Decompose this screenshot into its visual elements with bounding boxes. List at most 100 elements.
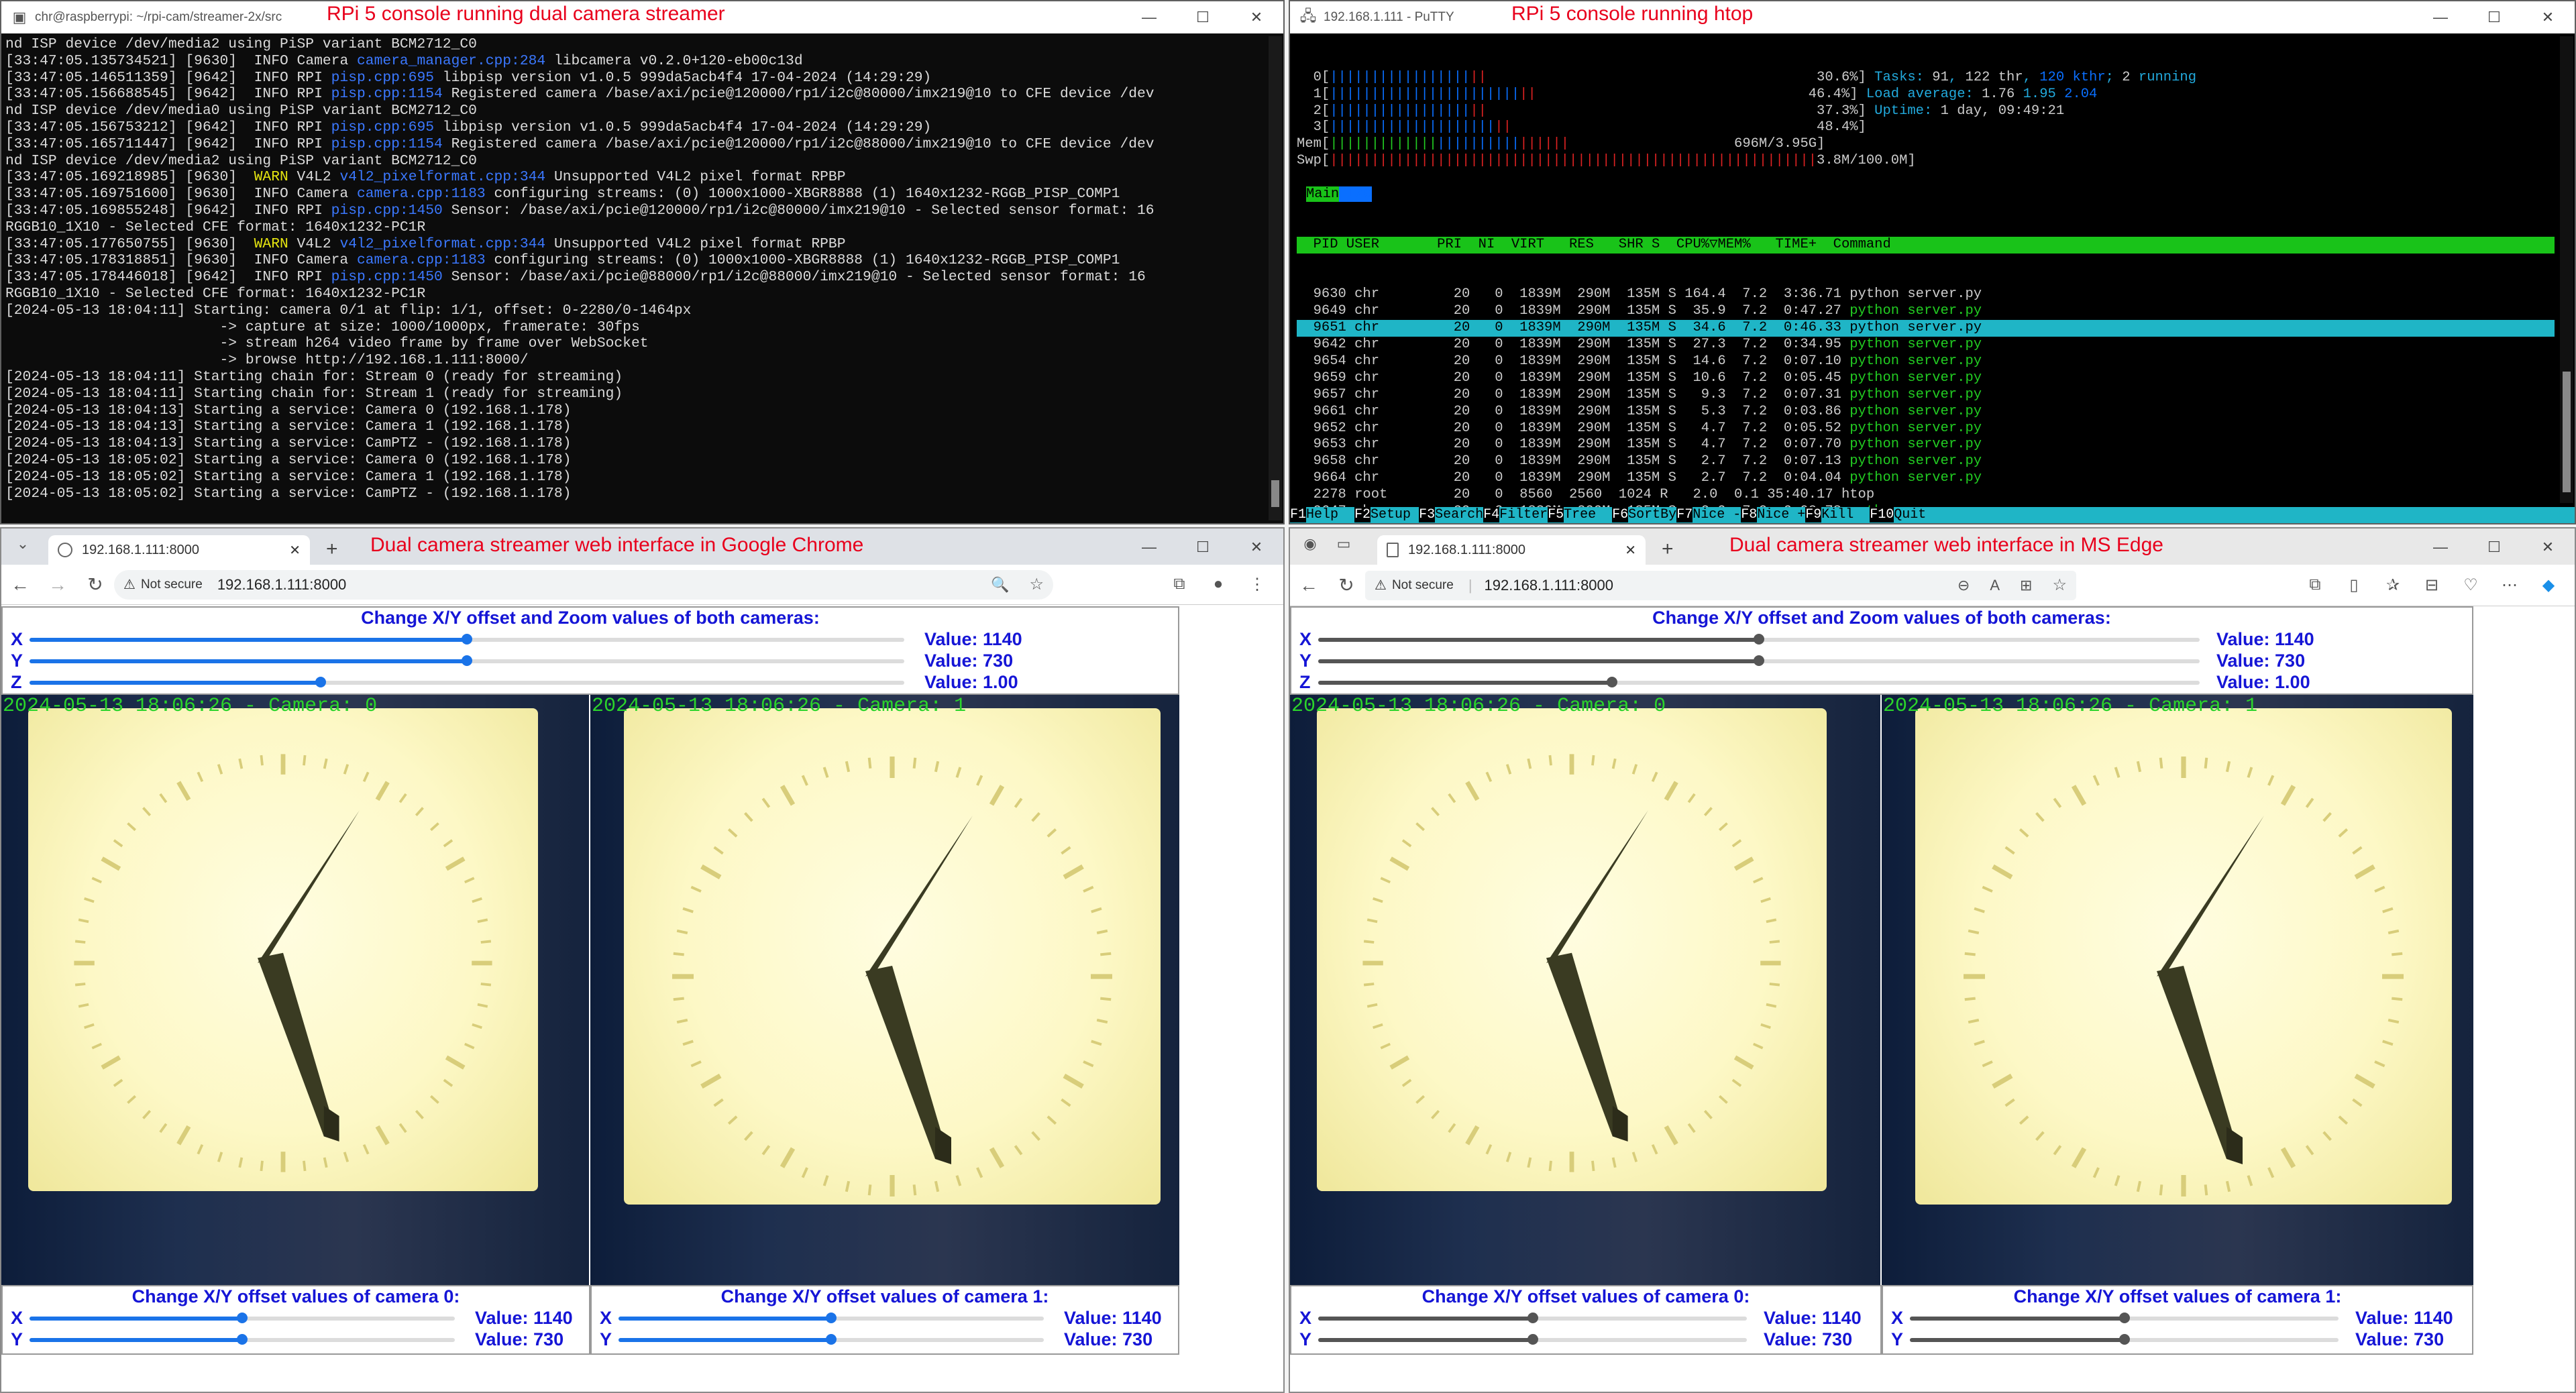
htop-process-row[interactable]: 9630 chr 20 0 1839M 290M 135M S 164.4 7.… — [1297, 286, 2555, 303]
htop-tab-main[interactable]: Main — [1306, 186, 1340, 203]
slider-cam1-x[interactable] — [619, 1313, 1044, 1323]
slider-cam1-x[interactable] — [1910, 1313, 2339, 1323]
slider-zoom[interactable] — [30, 677, 904, 687]
reload-icon[interactable]: ↻ — [76, 573, 114, 596]
fkey-f6[interactable]: F6 — [1612, 507, 1629, 522]
htop-process-row[interactable]: 9664 chr 20 0 1839M 290M 135M S 2.7 7.2 … — [1297, 470, 2555, 487]
putty-scrollbar[interactable] — [2560, 36, 2573, 503]
slider-x[interactable] — [30, 634, 904, 645]
htop-process-row[interactable]: 9658 chr 20 0 1839M 290M 135M S 2.7 7.2 … — [1297, 453, 2555, 470]
minimize-icon[interactable]: — — [2414, 531, 2467, 563]
slider-x[interactable] — [1318, 634, 2200, 645]
slider-thumb[interactable] — [1527, 1313, 1538, 1323]
slider-cam1-y[interactable] — [1910, 1334, 2339, 1345]
menu-icon[interactable]: ⋮ — [1238, 575, 1277, 594]
address-bar[interactable]: ⚠ Not secure 192.168.1.111:8000 🔍 ☆ — [114, 569, 1053, 600]
browser-essentials-icon[interactable]: ♡ — [2451, 575, 2490, 595]
htop-process-row[interactable]: 9659 chr 20 0 1839M 290M 135M S 10.6 7.2… — [1297, 370, 2555, 387]
reload-icon[interactable]: ↻ — [1328, 574, 1365, 596]
new-tab-icon[interactable]: + — [1662, 538, 1674, 561]
fkey-f2[interactable]: F2 — [1354, 507, 1371, 522]
slider-cam1-y[interactable] — [619, 1334, 1044, 1345]
profile-icon[interactable]: ◉ — [1291, 535, 1329, 553]
slider-cam0-y[interactable] — [1318, 1334, 1747, 1345]
htop-process-row[interactable]: 9657 chr 20 0 1839M 290M 135M S 9.3 7.2 … — [1297, 387, 2555, 404]
zoom-icon[interactable]: 🔍 — [991, 576, 1009, 594]
slider-thumb[interactable] — [462, 634, 472, 645]
maximize-icon[interactable]: ☐ — [1176, 1, 1230, 34]
slider-cam0-y[interactable] — [30, 1334, 455, 1345]
copilot-icon[interactable]: ◆ — [2529, 575, 2568, 595]
minimize-icon[interactable]: — — [2414, 1, 2467, 34]
minimize-icon[interactable]: — — [1122, 531, 1176, 563]
htop-process-row[interactable]: 9651 chr 20 0 1839M 290M 135M S 34.6 7.2… — [1297, 320, 2555, 337]
maximize-icon[interactable]: ☐ — [1176, 531, 1230, 563]
htop-process-row[interactable]: 9652 chr 20 0 1839M 290M 135M S 4.7 7.2 … — [1297, 421, 2555, 437]
slider-thumb[interactable] — [1606, 677, 1617, 687]
htop-tab-io[interactable]: I/O — [1339, 186, 1373, 203]
app-available-icon[interactable]: ⊞ — [2020, 577, 2032, 594]
maximize-icon[interactable]: ☐ — [2467, 531, 2521, 563]
slider-thumb[interactable] — [237, 1334, 248, 1345]
bookmark-star-icon[interactable]: ☆ — [1029, 575, 1044, 594]
htop-column-header[interactable]: PID USER PRI NI VIRT RES SHR S CPU%▽MEM%… — [1297, 236, 2555, 254]
menu-icon[interactable]: ⋯ — [2490, 575, 2529, 595]
fkey-f5[interactable]: F5 — [1548, 507, 1564, 522]
close-icon[interactable]: ✕ — [1230, 1, 1283, 34]
htop-process-row[interactable]: 9649 chr 20 0 1839M 290M 135M S 35.9 7.2… — [1297, 303, 2555, 320]
fkey-f7[interactable]: F7 — [1676, 507, 1693, 522]
forward-icon[interactable]: → — [39, 574, 76, 596]
slider-thumb[interactable] — [1754, 655, 1764, 666]
close-tab-icon[interactable]: ✕ — [289, 542, 301, 559]
zoom-icon[interactable]: ⊖ — [1957, 577, 1970, 594]
split-screen-icon[interactable]: ▯ — [2334, 575, 2373, 595]
slider-thumb[interactable] — [1754, 634, 1764, 645]
fkey-f4[interactable]: F4 — [1483, 507, 1500, 522]
close-icon[interactable]: ✕ — [2521, 531, 2575, 563]
close-tab-icon[interactable]: ✕ — [1625, 542, 1636, 559]
slider-thumb[interactable] — [2118, 1334, 2130, 1345]
collections-icon[interactable]: ⊟ — [2412, 575, 2451, 595]
slider-cam0-x[interactable] — [30, 1313, 455, 1323]
security-indicator[interactable]: ⚠ Not secure — [1375, 577, 1454, 594]
security-indicator[interactable]: ⚠ Not secure — [123, 576, 203, 593]
htop-process-row[interactable]: 9653 chr 20 0 1839M 290M 135M S 4.7 7.2 … — [1297, 437, 2555, 453]
slider-thumb[interactable] — [462, 655, 472, 666]
favorites-icon[interactable]: ✰ — [2373, 575, 2412, 595]
htop-process-row[interactable]: 9654 chr 20 0 1839M 290M 135M S 14.6 7.2… — [1297, 353, 2555, 370]
back-icon[interactable]: ← — [1, 574, 39, 596]
htop-process-row[interactable]: 9642 chr 20 0 1839M 290M 135M S 27.3 7.2… — [1297, 337, 2555, 353]
address-bar[interactable]: ⚠ Not secure | 192.168.1.111:8000 ⊖ A ⊞ ☆ — [1365, 570, 2076, 600]
slider-thumb[interactable] — [826, 1334, 837, 1345]
tab-actions-icon[interactable]: ▭ — [1325, 535, 1362, 553]
slider-y[interactable] — [1318, 655, 2200, 666]
extensions-icon[interactable]: ⧉ — [2296, 575, 2334, 595]
fkey-f1[interactable]: F1 — [1290, 507, 1307, 522]
favorite-star-icon[interactable]: ☆ — [2052, 575, 2067, 595]
new-tab-icon[interactable]: + — [326, 538, 338, 561]
htop-process-row[interactable]: 2278 root 20 0 8560 2560 1024 R 2.0 0.1 … — [1297, 487, 2555, 504]
terminal-scrollbar[interactable] — [1269, 36, 1282, 520]
htop-process-row[interactable]: 9661 chr 20 0 1839M 290M 135M S 5.3 7.2 … — [1297, 404, 2555, 421]
slider-zoom[interactable] — [1318, 677, 2200, 687]
fkey-f10[interactable]: F10 — [1870, 507, 1894, 522]
extensions-icon[interactable]: ⧉ — [1160, 575, 1199, 594]
slider-cam0-x[interactable] — [1318, 1313, 1747, 1323]
avatar[interactable]: ● — [1199, 575, 1238, 594]
edge-tab[interactable]: 192.168.1.111:8000 ✕ — [1377, 535, 1646, 565]
fkey-f9[interactable]: F9 — [1805, 507, 1822, 522]
read-aloud-icon[interactable]: A — [1990, 577, 2000, 594]
putty-titlebar[interactable]: 🖧 192.168.1.111 - PuTTY — ☐ ✕ — [1290, 1, 2575, 34]
chrome-tab[interactable]: 192.168.1.111:8000 ✕ — [48, 535, 310, 565]
close-icon[interactable]: ✕ — [2521, 1, 2575, 34]
maximize-icon[interactable]: ☐ — [2467, 1, 2521, 34]
back-icon[interactable]: ← — [1290, 575, 1328, 596]
tab-search-icon[interactable]: ⌄ — [4, 535, 42, 553]
fkey-f3[interactable]: F3 — [1419, 507, 1436, 522]
slider-thumb[interactable] — [237, 1313, 248, 1323]
slider-y[interactable] — [30, 655, 904, 666]
slider-thumb[interactable] — [1527, 1334, 1538, 1345]
slider-thumb[interactable] — [2118, 1313, 2130, 1323]
close-icon[interactable]: ✕ — [1230, 531, 1283, 563]
fkey-f8[interactable]: F8 — [1741, 507, 1758, 522]
